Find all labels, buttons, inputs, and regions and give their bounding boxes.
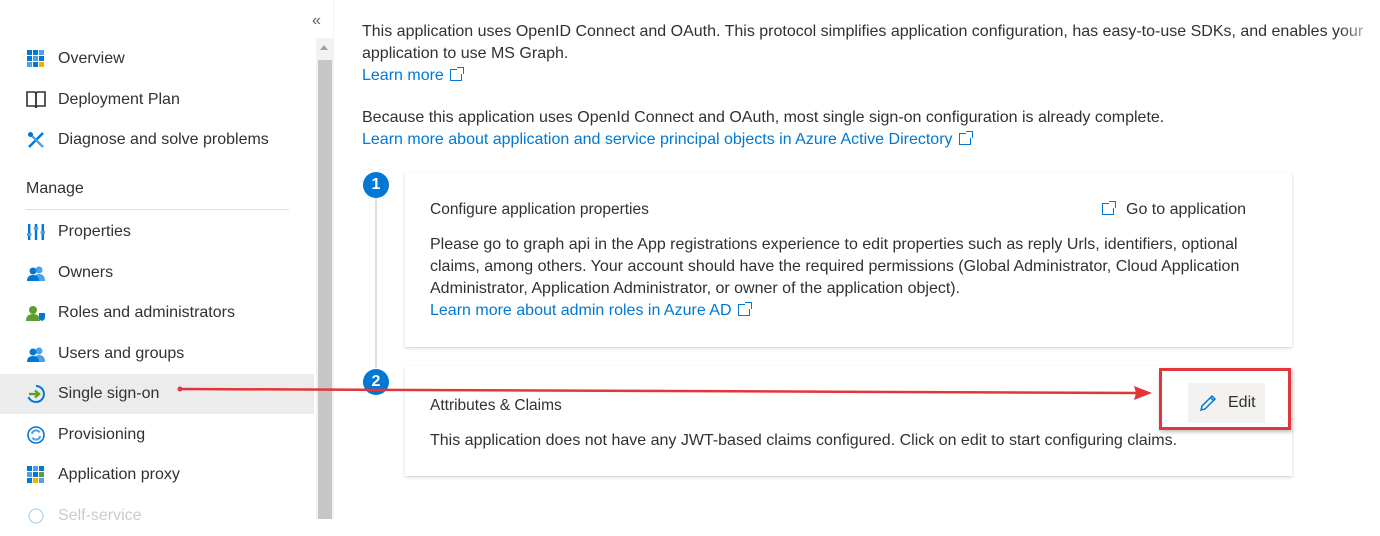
annotation-arrow [177, 386, 1152, 400]
annotation-highlight-box [1159, 368, 1291, 430]
edge-fade [1340, 0, 1380, 80]
